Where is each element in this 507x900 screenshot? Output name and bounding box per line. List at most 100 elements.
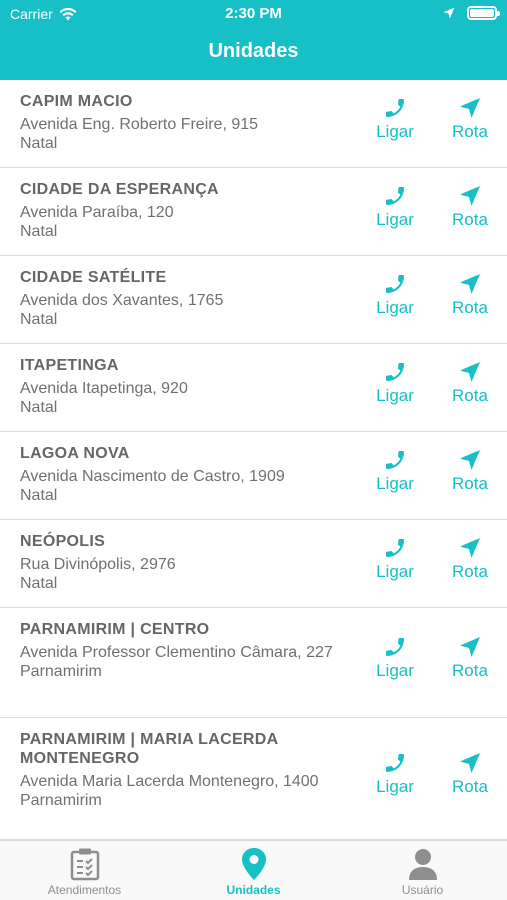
unit-name: CAPIM MACIO bbox=[20, 93, 133, 110]
navigation-arrow-icon bbox=[460, 98, 480, 118]
unit-row[interactable]: CIDADE SATÉLITE Avenida dos Xavantes, 176… bbox=[0, 256, 507, 344]
tab-label: Unidades bbox=[226, 883, 281, 897]
unit-city: Natal bbox=[20, 399, 58, 416]
unit-info: CIDADE DA ESPERANÇA Avenida Paraíba, 120 N… bbox=[20, 180, 357, 241]
unit-row[interactable]: CIDADE DA ESPERANÇA Avenida Paraíba, 120 N… bbox=[0, 168, 507, 256]
route-button[interactable]: Rota bbox=[440, 635, 500, 681]
tab-bar: Atendimentos Unidades Usuário bbox=[0, 840, 507, 900]
navigation-bar: Carrier 2:30 PM Unidades bbox=[0, 0, 507, 80]
navigation-arrow-icon bbox=[460, 450, 480, 470]
call-label: Ligar bbox=[376, 777, 414, 796]
route-label: Rota bbox=[452, 210, 488, 229]
unit-row[interactable]: CAPIM MACIO Avenida Eng. Roberto Freire, … bbox=[0, 80, 507, 168]
call-button[interactable]: Ligar bbox=[365, 184, 425, 230]
route-label: Rota bbox=[452, 777, 488, 796]
unit-address: Avenida dos Xavantes, 1765 bbox=[20, 292, 224, 309]
tab-label: Atendimentos bbox=[47, 883, 122, 897]
tab-unidades[interactable]: Unidades bbox=[169, 841, 338, 900]
call-button[interactable]: Ligar bbox=[365, 751, 425, 797]
navigation-arrow-icon bbox=[460, 186, 480, 206]
unit-address: Avenida Maria Lacerda Montenegro, 1400 bbox=[20, 773, 319, 790]
unit-info: LAGOA NOVA Avenida Nascimento de Castro, … bbox=[20, 444, 357, 505]
tab-atendimentos[interactable]: Atendimentos bbox=[0, 841, 169, 900]
unit-name: CIDADE SATÉLITE bbox=[20, 269, 167, 286]
route-label: Rota bbox=[452, 386, 488, 405]
units-list: CAPIM MACIO Avenida Eng. Roberto Freire, … bbox=[0, 80, 507, 840]
phone-icon bbox=[386, 99, 404, 117]
unit-address: Avenida Paraíba, 120 bbox=[20, 204, 174, 221]
unit-row[interactable]: PARNAMIRIM | MARIA LACERDA MONTENEGRO Ave… bbox=[0, 718, 507, 840]
unit-row[interactable]: ITAPETINGA Avenida Itapetinga, 920 Natal Li… bbox=[0, 344, 507, 432]
unit-address: Avenida Professor Clementino Câmara, 227 bbox=[20, 644, 333, 661]
navigation-arrow-icon bbox=[460, 753, 480, 773]
navigation-arrow-icon bbox=[460, 274, 480, 294]
route-button[interactable]: Rota bbox=[440, 360, 500, 406]
user-icon bbox=[408, 849, 437, 880]
unit-name: NEÓPOLIS bbox=[20, 533, 106, 550]
unit-city: Natal bbox=[20, 135, 58, 152]
call-label: Ligar bbox=[376, 661, 414, 680]
route-label: Rota bbox=[452, 474, 488, 493]
call-label: Ligar bbox=[376, 562, 414, 581]
clipboard-icon bbox=[70, 848, 99, 881]
phone-icon bbox=[386, 539, 404, 557]
unit-name: ITAPETINGA bbox=[20, 357, 119, 374]
unit-info: PARNAMIRIM | MARIA LACERDA MONTENEGRO Ave… bbox=[20, 730, 357, 810]
unit-row[interactable]: NEÓPOLIS Rua Divinópolis, 2976 Natal Ligar R… bbox=[0, 520, 507, 608]
phone-icon bbox=[386, 638, 404, 656]
unit-row[interactable]: LAGOA NOVA Avenida Nascimento de Castro, … bbox=[0, 432, 507, 520]
route-button[interactable]: Rota bbox=[440, 96, 500, 142]
call-label: Ligar bbox=[376, 474, 414, 493]
phone-icon bbox=[386, 363, 404, 381]
route-label: Rota bbox=[452, 661, 488, 680]
unit-address: Rua Divinópolis, 2976 bbox=[20, 556, 176, 573]
tab-usuario[interactable]: Usuário bbox=[338, 841, 507, 900]
route-label: Rota bbox=[452, 122, 488, 141]
call-label: Ligar bbox=[376, 122, 414, 141]
tab-label: Usuário bbox=[401, 883, 444, 897]
phone-icon bbox=[386, 754, 404, 772]
unit-city: Parnamirim bbox=[20, 663, 102, 680]
route-button[interactable]: Rota bbox=[440, 184, 500, 230]
unit-info: CIDADE SATÉLITE Avenida dos Xavantes, 176… bbox=[20, 268, 357, 329]
route-button[interactable]: Rota bbox=[440, 272, 500, 318]
phone-icon bbox=[386, 187, 404, 205]
unit-row[interactable]: PARNAMIRIM | CENTRO Avenida Professor Cle… bbox=[0, 608, 507, 718]
call-label: Ligar bbox=[376, 210, 414, 229]
unit-name: PARNAMIRIM | MARIA LACERDA MONTENEGRO bbox=[20, 731, 278, 767]
phone-icon bbox=[386, 451, 404, 469]
call-button[interactable]: Ligar bbox=[365, 360, 425, 406]
navigation-arrow-icon bbox=[460, 362, 480, 382]
call-button[interactable]: Ligar bbox=[365, 448, 425, 494]
unit-city: Natal bbox=[20, 311, 58, 328]
call-button[interactable]: Ligar bbox=[365, 536, 425, 582]
route-button[interactable]: Rota bbox=[440, 536, 500, 582]
battery-icon bbox=[467, 6, 500, 20]
call-label: Ligar bbox=[376, 386, 414, 405]
unit-name: PARNAMIRIM | CENTRO bbox=[20, 621, 210, 638]
unit-city: Natal bbox=[20, 223, 58, 240]
navigation-arrow-icon bbox=[460, 538, 480, 558]
unit-city: Natal bbox=[20, 575, 58, 592]
call-button[interactable]: Ligar bbox=[365, 635, 425, 681]
call-button[interactable]: Ligar bbox=[365, 96, 425, 142]
unit-name: CIDADE DA ESPERANÇA bbox=[20, 181, 219, 198]
call-label: Ligar bbox=[376, 298, 414, 317]
phone-icon bbox=[386, 275, 404, 293]
status-time: 2:30 PM bbox=[225, 5, 282, 22]
unit-address: Avenida Eng. Roberto Freire, 915 bbox=[20, 116, 259, 133]
unit-info: PARNAMIRIM | CENTRO Avenida Professor Cle… bbox=[20, 620, 357, 681]
location-pin-icon bbox=[241, 848, 266, 880]
unit-info: CAPIM MACIO Avenida Eng. Roberto Freire, … bbox=[20, 92, 357, 153]
navigation-arrow-icon bbox=[460, 637, 480, 657]
unit-info: ITAPETINGA Avenida Itapetinga, 920 Natal bbox=[20, 356, 357, 417]
call-button[interactable]: Ligar bbox=[365, 272, 425, 318]
unit-name: LAGOA NOVA bbox=[20, 445, 130, 462]
unit-address: Avenida Itapetinga, 920 bbox=[20, 380, 188, 397]
unit-info: NEÓPOLIS Rua Divinópolis, 2976 Natal bbox=[20, 532, 357, 593]
status-bar: Carrier 2:30 PM bbox=[0, 0, 507, 30]
route-button[interactable]: Rota bbox=[440, 751, 500, 797]
unit-address: Avenida Nascimento de Castro, 1909 bbox=[20, 468, 285, 485]
location-arrow-icon bbox=[443, 7, 455, 19]
route-button[interactable]: Rota bbox=[440, 448, 500, 494]
